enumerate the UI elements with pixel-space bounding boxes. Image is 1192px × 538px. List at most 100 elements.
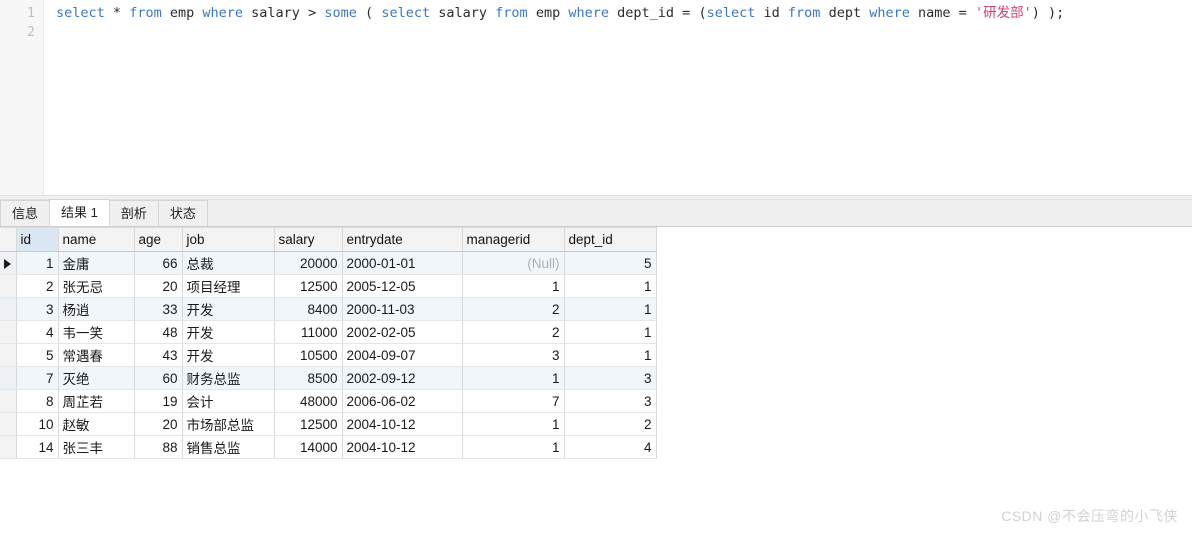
cell-salary[interactable]: 8400 — [274, 297, 343, 321]
result-grid-container[interactable]: id name age job salary entrydate managerid dept… — [0, 227, 1192, 538]
cell-name[interactable]: 金庸 — [58, 251, 135, 275]
cell-name[interactable]: 张三丰 — [58, 435, 135, 459]
cell-job[interactable]: 开发 — [182, 297, 275, 321]
cell-name[interactable]: 常遇春 — [58, 343, 135, 367]
cell-dept_id[interactable]: 1 — [564, 320, 657, 344]
column-header-job[interactable]: job — [182, 227, 275, 252]
cell-job[interactable]: 总裁 — [182, 251, 275, 275]
cell-job[interactable]: 会计 — [182, 389, 275, 413]
cell-salary[interactable]: 10500 — [274, 343, 343, 367]
result-tab-active[interactable]: 结果 1 — [49, 199, 110, 226]
table-row[interactable]: 7 灭绝 60 财务总监 8500 2002-09-12 1 3 — [0, 366, 657, 390]
cell-entrydate[interactable]: 2004-10-12 — [342, 435, 463, 459]
cell-salary[interactable]: 8500 — [274, 366, 343, 390]
cell-entrydate[interactable]: 2006-06-02 — [342, 389, 463, 413]
cell-salary[interactable]: 14000 — [274, 435, 343, 459]
column-header-id[interactable]: id — [16, 227, 59, 252]
table-row[interactable]: 2 张无忌 20 项目经理 12500 2005-12-05 1 1 — [0, 274, 657, 298]
row-marker-cell[interactable] — [0, 320, 17, 344]
cell-managerid[interactable]: 1 — [462, 366, 565, 390]
cell-entrydate[interactable]: 2002-09-12 — [342, 366, 463, 390]
cell-age[interactable]: 48 — [134, 320, 183, 344]
cell-salary[interactable]: 12500 — [274, 274, 343, 298]
table-row[interactable]: 10 赵敏 20 市场部总监 12500 2004-10-12 1 2 — [0, 412, 657, 436]
table-row[interactable]: 8 周芷若 19 会计 48000 2006-06-02 7 3 — [0, 389, 657, 413]
result-grid-body[interactable]: 1 金庸 66 总裁 20000 2000-01-01 (Null) 5 2 张无忌 20 项目经理 1… — [0, 251, 657, 459]
cell-dept_id[interactable]: 5 — [564, 251, 657, 275]
row-marker-cell[interactable] — [0, 389, 17, 413]
cell-name[interactable]: 周芷若 — [58, 389, 135, 413]
table-row[interactable]: 4 韦一笑 48 开发 11000 2002-02-05 2 1 — [0, 320, 657, 344]
cell-salary[interactable]: 11000 — [274, 320, 343, 344]
table-row[interactable]: 5 常遇春 43 开发 10500 2004-09-07 3 1 — [0, 343, 657, 367]
table-row[interactable]: 14 张三丰 88 销售总监 14000 2004-10-12 1 4 — [0, 435, 657, 459]
row-marker-cell[interactable] — [0, 343, 17, 367]
column-header-age[interactable]: age — [134, 227, 183, 252]
column-header-managerid[interactable]: managerid — [462, 227, 565, 252]
column-header-dept_id[interactable]: dept_id — [564, 227, 657, 252]
table-row[interactable]: 3 杨逍 33 开发 8400 2000-11-03 2 1 — [0, 297, 657, 321]
row-marker-cell[interactable] — [0, 435, 17, 459]
cell-salary[interactable]: 20000 — [274, 251, 343, 275]
cell-job[interactable]: 销售总监 — [182, 435, 275, 459]
sql-code-line-1[interactable]: select * from emp where salary > some ( … — [56, 4, 1192, 23]
cell-managerid[interactable]: 1 — [462, 274, 565, 298]
cell-managerid[interactable]: 3 — [462, 343, 565, 367]
cell-id[interactable]: 3 — [16, 297, 59, 321]
cell-job[interactable]: 项目经理 — [182, 274, 275, 298]
row-marker-cell[interactable] — [0, 412, 17, 436]
cell-entrydate[interactable]: 2000-01-01 — [342, 251, 463, 275]
cell-entrydate[interactable]: 2004-10-12 — [342, 412, 463, 436]
sql-code-line-2[interactable] — [56, 23, 1192, 42]
cell-managerid-null[interactable]: (Null) — [462, 251, 565, 275]
column-header-salary[interactable]: salary — [274, 227, 343, 252]
cell-id[interactable]: 2 — [16, 274, 59, 298]
cell-managerid[interactable]: 1 — [462, 412, 565, 436]
cell-id[interactable]: 10 — [16, 412, 59, 436]
cell-managerid[interactable]: 2 — [462, 297, 565, 321]
cell-age[interactable]: 20 — [134, 274, 183, 298]
cell-entrydate[interactable]: 2004-09-07 — [342, 343, 463, 367]
cell-id[interactable]: 8 — [16, 389, 59, 413]
cell-age[interactable]: 66 — [134, 251, 183, 275]
cell-dept_id[interactable]: 1 — [564, 297, 657, 321]
cell-job[interactable]: 财务总监 — [182, 366, 275, 390]
cell-id[interactable]: 7 — [16, 366, 59, 390]
result-grid[interactable]: id name age job salary entrydate managerid dept… — [0, 227, 657, 459]
cell-id[interactable]: 1 — [16, 251, 59, 275]
sql-code-area[interactable]: select * from emp where salary > some ( … — [44, 0, 1192, 195]
cell-name[interactable]: 张无忌 — [58, 274, 135, 298]
cell-name[interactable]: 赵敏 — [58, 412, 135, 436]
cell-age[interactable]: 19 — [134, 389, 183, 413]
cell-id[interactable]: 14 — [16, 435, 59, 459]
cell-entrydate[interactable]: 2002-02-05 — [342, 320, 463, 344]
cell-age[interactable]: 33 — [134, 297, 183, 321]
cell-managerid[interactable]: 1 — [462, 435, 565, 459]
result-tab-inactive[interactable]: 信息 — [0, 200, 51, 226]
cell-salary[interactable]: 48000 — [274, 389, 343, 413]
cell-managerid[interactable]: 2 — [462, 320, 565, 344]
row-marker-cell[interactable] — [0, 251, 17, 275]
row-marker-cell[interactable] — [0, 274, 17, 298]
cell-managerid[interactable]: 7 — [462, 389, 565, 413]
cell-age[interactable]: 43 — [134, 343, 183, 367]
cell-name[interactable]: 灭绝 — [58, 366, 135, 390]
cell-salary[interactable]: 12500 — [274, 412, 343, 436]
cell-dept_id[interactable]: 4 — [564, 435, 657, 459]
cell-dept_id[interactable]: 1 — [564, 343, 657, 367]
result-tab-inactive[interactable]: 剖析 — [108, 200, 159, 226]
column-header-entrydate[interactable]: entrydate — [342, 227, 463, 252]
cell-dept_id[interactable]: 3 — [564, 389, 657, 413]
cell-entrydate[interactable]: 2005-12-05 — [342, 274, 463, 298]
cell-dept_id[interactable]: 2 — [564, 412, 657, 436]
cell-dept_id[interactable]: 3 — [564, 366, 657, 390]
row-marker-cell[interactable] — [0, 366, 17, 390]
cell-job[interactable]: 开发 — [182, 320, 275, 344]
cell-name[interactable]: 韦一笑 — [58, 320, 135, 344]
cell-entrydate[interactable]: 2000-11-03 — [342, 297, 463, 321]
cell-job[interactable]: 开发 — [182, 343, 275, 367]
cell-age[interactable]: 88 — [134, 435, 183, 459]
row-marker-cell[interactable] — [0, 297, 17, 321]
cell-age[interactable]: 20 — [134, 412, 183, 436]
table-row[interactable]: 1 金庸 66 总裁 20000 2000-01-01 (Null) 5 — [0, 251, 657, 275]
